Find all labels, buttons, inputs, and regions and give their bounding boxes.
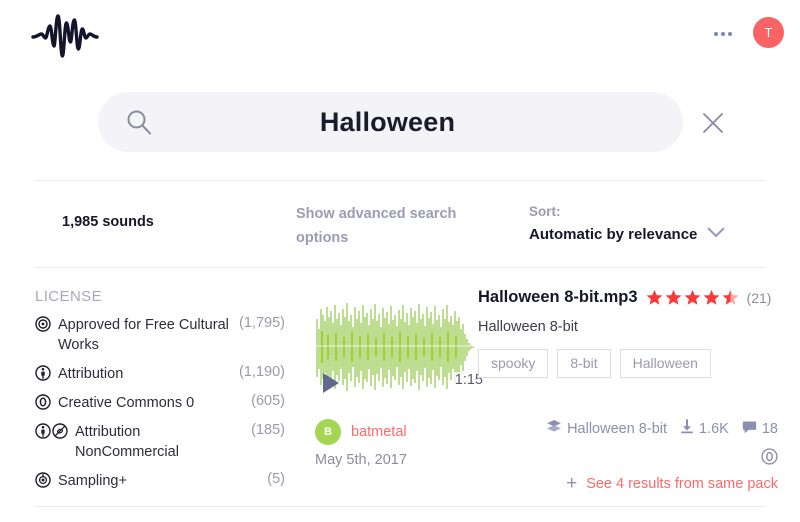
sidebar-item-attribution-noncommercial[interactable]: Attribution NonCommercial (185): [35, 422, 285, 462]
license-label: Approved for Free Cultural Works: [58, 317, 229, 353]
cc-by-nc-icon: [35, 423, 68, 439]
ellipsis-dot: [728, 32, 732, 36]
filter-bar: 1,985 sounds Show advanced search option…: [0, 196, 800, 260]
results-count: 1,985 sounds: [62, 214, 154, 230]
search-icon: [126, 109, 152, 135]
tag-item[interactable]: 8-bit: [557, 349, 611, 378]
uploader-avatar[interactable]: B: [315, 419, 341, 445]
sidebar-section-title: LICENSE: [35, 288, 102, 305]
comment-count: 18: [742, 420, 778, 438]
uploader-row: B batmetal: [315, 419, 407, 445]
license-count: (185): [251, 422, 285, 438]
license-count: (5): [267, 471, 285, 487]
search-query-text: Halloween: [319, 106, 456, 137]
waveform-player[interactable]: 1:15: [315, 299, 485, 394]
sound-title-link[interactable]: Halloween 8-bit.mp3: [478, 288, 638, 307]
comment-icon: [742, 420, 757, 438]
rating-count: (21): [746, 289, 772, 306]
avatar[interactable]: T: [753, 17, 784, 48]
waveform-logo[interactable]: [30, 12, 100, 60]
sidebar-item-sampling-plus[interactable]: Sampling+ (5): [35, 471, 285, 491]
layers-icon: [546, 419, 562, 438]
sidebar-item-creative-commons-0[interactable]: Creative Commons 0 (605): [35, 393, 285, 413]
cc-sampling-icon: [35, 472, 51, 488]
license-label: Sampling+: [58, 473, 127, 489]
tag-list: spooky 8-bit Halloween: [478, 349, 778, 378]
avatar-initial: T: [764, 25, 773, 40]
license-count: (605): [251, 393, 285, 409]
ellipsis-dot: [714, 32, 718, 36]
search-row: Halloween: [0, 92, 800, 154]
license-filter-sidebar: LICENSE Approved for Free Cultural Works…: [35, 288, 285, 500]
download-count: 1.6K: [680, 419, 729, 438]
sort-control: Sort: Automatic by relevance: [529, 204, 725, 243]
tag-item[interactable]: Halloween: [619, 349, 711, 378]
close-icon[interactable]: [700, 110, 726, 136]
license-label: Attribution: [58, 366, 124, 382]
cc-by-icon: [35, 365, 51, 381]
download-icon: [680, 419, 694, 438]
ellipsis-icon[interactable]: [712, 26, 734, 42]
freesound-search-page: T Halloween 1,985 sounds Show advanced s…: [0, 0, 800, 522]
pack-name: Halloween 8-bit: [567, 420, 668, 437]
cc-by-sa-icon: [35, 316, 51, 332]
star-icon-full: [646, 289, 662, 305]
star-icon-full: [665, 289, 681, 305]
sidebar-item-approved-free-cultural-works[interactable]: Approved for Free Cultural Works (1,795): [35, 315, 285, 355]
sort-label: Sort:: [529, 204, 561, 219]
result-info-column: Halloween 8-bit.mp3 (21) Halloween 8-bit…: [478, 288, 778, 378]
waveform-column: 1:15: [315, 299, 485, 394]
play-icon[interactable]: [323, 373, 339, 393]
license-label: Attribution NonCommercial: [75, 424, 179, 460]
result-meta-row: Halloween 8-bit 1.6K 18: [546, 419, 778, 438]
upload-date: May 5th, 2017: [315, 452, 407, 468]
comment-count-value: 18: [761, 420, 778, 437]
license-badge[interactable]: [761, 448, 778, 470]
site-header: T: [0, 0, 800, 72]
show-advanced-search-link[interactable]: Show advanced search options: [296, 202, 466, 250]
download-count-value: 1.6K: [699, 420, 729, 437]
license-label: Creative Commons 0: [58, 395, 195, 411]
cc-zero-icon: [761, 448, 778, 469]
divider: [35, 506, 765, 507]
star-icon-full: [703, 289, 719, 305]
chevron-down-icon: [707, 225, 725, 243]
search-input[interactable]: Halloween: [98, 92, 683, 152]
cc-zero-icon: [35, 394, 51, 410]
see-results-from-pack-link[interactable]: + See 4 results from same pack: [566, 473, 778, 494]
tag-item[interactable]: spooky: [478, 349, 549, 378]
sound-description: Halloween 8-bit: [478, 319, 578, 335]
sort-select[interactable]: Automatic by relevance: [529, 225, 725, 243]
ellipsis-dot: [721, 32, 725, 36]
uploader-link[interactable]: batmetal: [351, 424, 407, 440]
divider: [35, 180, 765, 181]
license-count: (1,190): [239, 364, 285, 380]
license-count: (1,795): [239, 315, 285, 331]
uploader-avatar-initial: B: [324, 426, 332, 438]
rating-stars[interactable]: [646, 289, 739, 306]
divider: [35, 267, 765, 268]
star-icon-half: [722, 289, 738, 305]
title-row: Halloween 8-bit.mp3 (21): [478, 288, 778, 307]
star-icon-full: [684, 289, 700, 305]
sort-selected-value: Automatic by relevance: [529, 225, 698, 243]
sidebar-item-attribution[interactable]: Attribution (1,190): [35, 364, 285, 384]
see-results-label: See 4 results from same pack: [586, 476, 778, 492]
plus-icon: +: [566, 473, 578, 494]
pack-link[interactable]: Halloween 8-bit: [546, 419, 667, 438]
